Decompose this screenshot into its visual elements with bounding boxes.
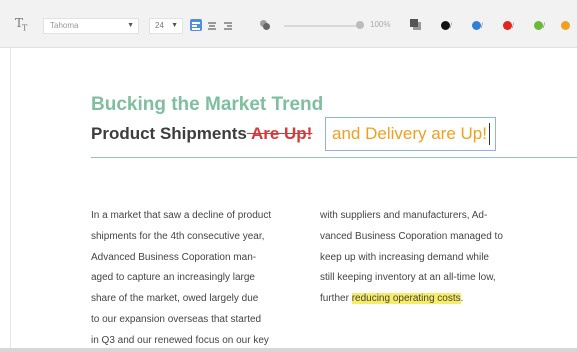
paragraph-line: further reducing operating costs. [320,289,530,310]
paragraph-line: vanced Business Coporation managed to [320,230,503,242]
paragraph-line: aged to capture an increasingly large [91,272,255,284]
paragraph-line: still keeping inventory at an all-time l… [320,272,496,284]
color-dot-icon [561,21,570,30]
font-size-select[interactable]: 24 ▼ [149,18,183,34]
color-dot-icon [472,21,481,30]
page-bottom-edge [0,348,577,352]
document-title[interactable]: Bucking the Market Trend [91,94,323,116]
color-dot-icon [503,21,512,30]
chevron-down-icon: ▼ [171,22,178,29]
font-size-value: 24 [155,21,164,30]
paragraph-line: to our expansion overseas that started [91,313,262,325]
body-column-2[interactable]: with suppliers and manufacturers, Ad- va… [320,206,530,310]
paragraph-line: Advanced Business Coporation man- [91,251,257,263]
text-size-icon[interactable]: TT [15,16,27,32]
inserted-text[interactable]: and Delivery are Up! [332,124,487,144]
font-family-select[interactable]: Tahoma ▼ [43,18,139,34]
text-cursor [489,123,490,145]
formatting-toolbar: TT Tahoma ▼ 24 ▼ 100% / / / / [0,0,577,48]
struck-text: Are Up! [246,124,313,143]
text-edit-box[interactable]: and Delivery are Up! [325,117,496,151]
zoom-slider-track[interactable] [284,25,364,27]
opacity-icon [260,20,270,30]
zoom-level: 100% [370,20,391,29]
color-swatch-red[interactable]: / [503,20,523,32]
paragraph-line: In a market that saw a decline of produc… [91,210,272,221]
color-swatch-black[interactable]: / [441,20,461,32]
subtitle-text: Product Shipments [91,124,247,143]
paragraph-line: share of the market, owed largely due [91,293,259,305]
color-swatch-green[interactable]: / [534,20,554,32]
align-left-button[interactable] [190,19,202,31]
line-text: . [460,293,464,305]
paragraph-line: with suppliers and manufacturers, Ad- [320,210,488,221]
highlighted-text[interactable]: reducing operating costs [351,293,461,305]
align-right-button[interactable] [222,19,234,31]
color-dot-icon [441,21,450,30]
document-subtitle[interactable]: Product Shipments Are Up! [91,124,312,144]
zoom-slider-handle[interactable] [356,21,364,29]
body-column-1[interactable]: In a market that saw a decline of produc… [91,206,301,352]
color-swatch-orange[interactable] [561,20,577,32]
color-swatch-blue[interactable]: / [472,20,492,32]
font-family-value: Tahoma [50,21,79,30]
line-text: further [320,293,352,305]
heading-divider [91,157,577,158]
paragraph-line: keep up with increasing demand while [320,251,489,263]
layers-icon[interactable] [410,19,422,31]
color-dot-icon [534,21,543,30]
paragraph-line: shipments for the 4th consecutive year, [91,230,265,242]
align-center-button[interactable] [206,19,218,31]
chevron-down-icon: ▼ [127,22,134,29]
